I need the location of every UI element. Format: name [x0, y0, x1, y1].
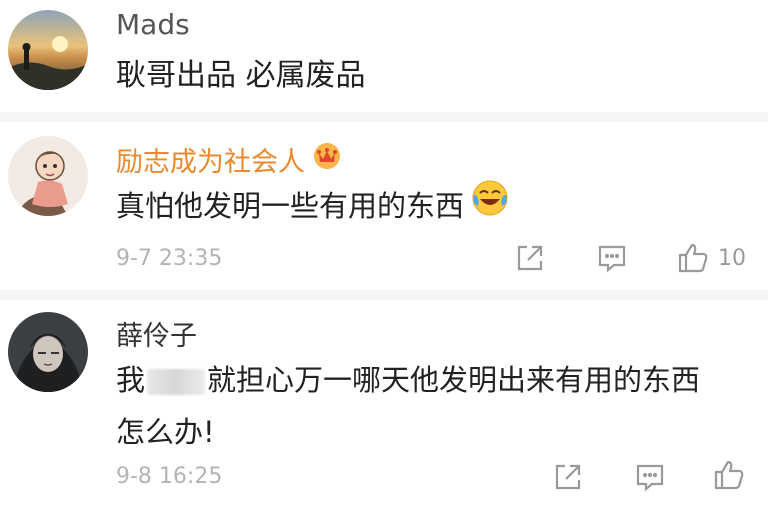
- laugh-cry-emoji: [470, 178, 510, 234]
- username[interactable]: 励志成为社会人: [116, 140, 343, 179]
- avatar[interactable]: [8, 312, 88, 392]
- comment-line: 怎么办!: [116, 415, 215, 449]
- comment-line: 我 就担心万一哪天他发明出来有用的东西: [116, 354, 756, 406]
- timestamp: 9-7 23:35: [116, 246, 223, 271]
- share-icon: [552, 461, 584, 493]
- share-icon: [514, 242, 546, 274]
- like-button[interactable]: [712, 458, 746, 492]
- divider: [0, 290, 768, 300]
- comment-button[interactable]: [596, 241, 628, 275]
- comment-icon: [634, 461, 666, 493]
- comment-item: Mads 耿哥出品 必属废品: [0, 0, 768, 112]
- divider: [0, 112, 768, 122]
- thumbs-up-icon: [712, 458, 746, 492]
- comment-button[interactable]: [634, 460, 666, 494]
- comment-item: 励志成为社会人 真怕他发明一些有用的东西 9-7 23:35 10: [0, 122, 768, 290]
- avatar[interactable]: [8, 10, 88, 90]
- comment-item: 薛伶子 我 就担心万一哪天他发明出来有用的东西 怎么办! 9-8 16:25: [0, 300, 768, 510]
- blurred-text: [147, 369, 206, 395]
- comment-text: 我 就担心万一哪天他发明出来有用的东西 怎么办!: [116, 354, 756, 458]
- like-count: 10: [718, 245, 746, 271]
- username-text: 励志成为社会人: [116, 147, 305, 178]
- crown-badge-icon: [311, 141, 343, 178]
- comment-text-rest: 就担心万一哪天他发明出来有用的东西: [207, 363, 701, 397]
- comment-icon: [596, 242, 628, 274]
- share-button[interactable]: [514, 241, 546, 275]
- comment-text: 耿哥出品 必属废品: [116, 58, 366, 93]
- username[interactable]: Mads: [116, 8, 190, 41]
- username[interactable]: 薛伶子: [116, 314, 197, 353]
- comment-text-content: 真怕他发明一些有用的东西: [116, 189, 465, 223]
- thumbs-up-icon: [676, 241, 710, 275]
- like-button[interactable]: 10: [676, 241, 746, 275]
- share-button[interactable]: [552, 460, 584, 494]
- comment-text-start: 我: [116, 363, 146, 397]
- timestamp: 9-8 16:25: [116, 464, 223, 489]
- avatar[interactable]: [8, 136, 88, 216]
- comment-text: 真怕他发明一些有用的东西: [116, 178, 510, 234]
